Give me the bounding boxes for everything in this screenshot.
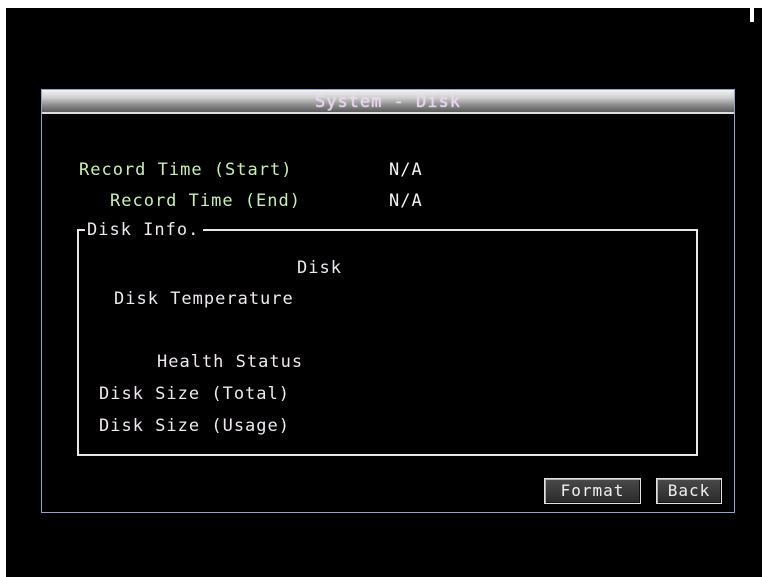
disk-info-groupbox: Disk Info. Disk Disk Temperature Health …	[77, 220, 698, 456]
disk-info-legend: Disk Info.	[85, 220, 204, 240]
format-button[interactable]: Format	[544, 478, 641, 504]
disk-label: Disk	[297, 258, 342, 278]
disk-temperature-label: Disk Temperature	[114, 289, 294, 309]
screen-left-edge	[0, 0, 6, 577]
record-time-end-value: N/A	[389, 191, 423, 211]
record-time-start-value: N/A	[389, 160, 423, 180]
record-time-start-label: Record Time (Start)	[79, 160, 293, 180]
back-button[interactable]: Back	[656, 478, 722, 504]
screen-top-edge	[0, 0, 762, 8]
dialog-title: System - Disk	[314, 92, 462, 112]
dialog-titlebar: System - Disk	[42, 90, 734, 114]
health-status-label: Health Status	[157, 352, 304, 372]
disk-size-usage-label: Disk Size (Usage)	[99, 416, 290, 436]
record-time-end-label: Record Time (End)	[110, 191, 301, 211]
system-disk-dialog: System - Disk Record Time (Start) N/A Re…	[41, 89, 735, 513]
disk-size-total-label: Disk Size (Total)	[99, 384, 290, 404]
screen-corner-mark	[750, 8, 754, 22]
